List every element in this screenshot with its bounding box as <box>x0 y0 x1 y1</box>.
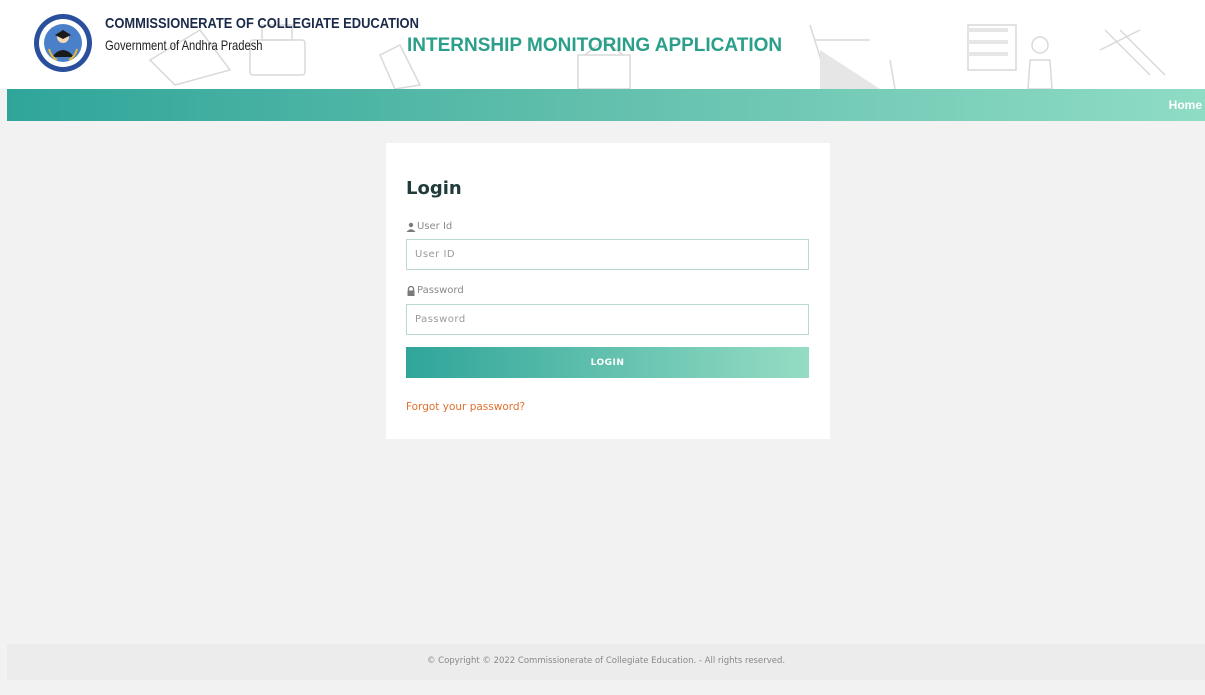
login-button[interactable]: LOGIN <box>406 347 809 378</box>
site-header: COMMISSIONERATE OF COLLEGIATE EDUCATION … <box>0 0 1205 89</box>
emblem-seal-icon <box>34 14 92 72</box>
organization-title: COMMISSIONERATE OF COLLEGIATE EDUCATION <box>105 15 419 32</box>
site-footer: © Copyright © 2022 Commissionerate of Co… <box>7 644 1205 680</box>
user-id-label-text: User Id <box>417 221 453 232</box>
nav-home-link[interactable]: Home <box>1169 98 1202 112</box>
login-card: Login User Id Password LOGIN Forgot your… <box>386 143 830 439</box>
application-title: INTERNSHIP MONITORING APPLICATION <box>407 35 783 56</box>
footer-copyright: © Copyright © 2022 Commissionerate of Co… <box>426 656 786 666</box>
top-navigation-bar: Home <box>7 89 1205 121</box>
password-input[interactable] <box>406 304 809 335</box>
login-title: Login <box>406 178 462 199</box>
password-label: Password <box>406 285 464 296</box>
lock-icon <box>407 285 415 296</box>
organization-subtitle: Government of Andhra Pradesh <box>105 37 263 53</box>
user-icon <box>406 222 416 232</box>
user-id-input[interactable] <box>406 239 809 270</box>
password-label-text: Password <box>417 285 464 296</box>
forgot-password-link[interactable]: Forgot your password? <box>406 401 525 413</box>
user-id-label: User Id <box>406 221 452 232</box>
